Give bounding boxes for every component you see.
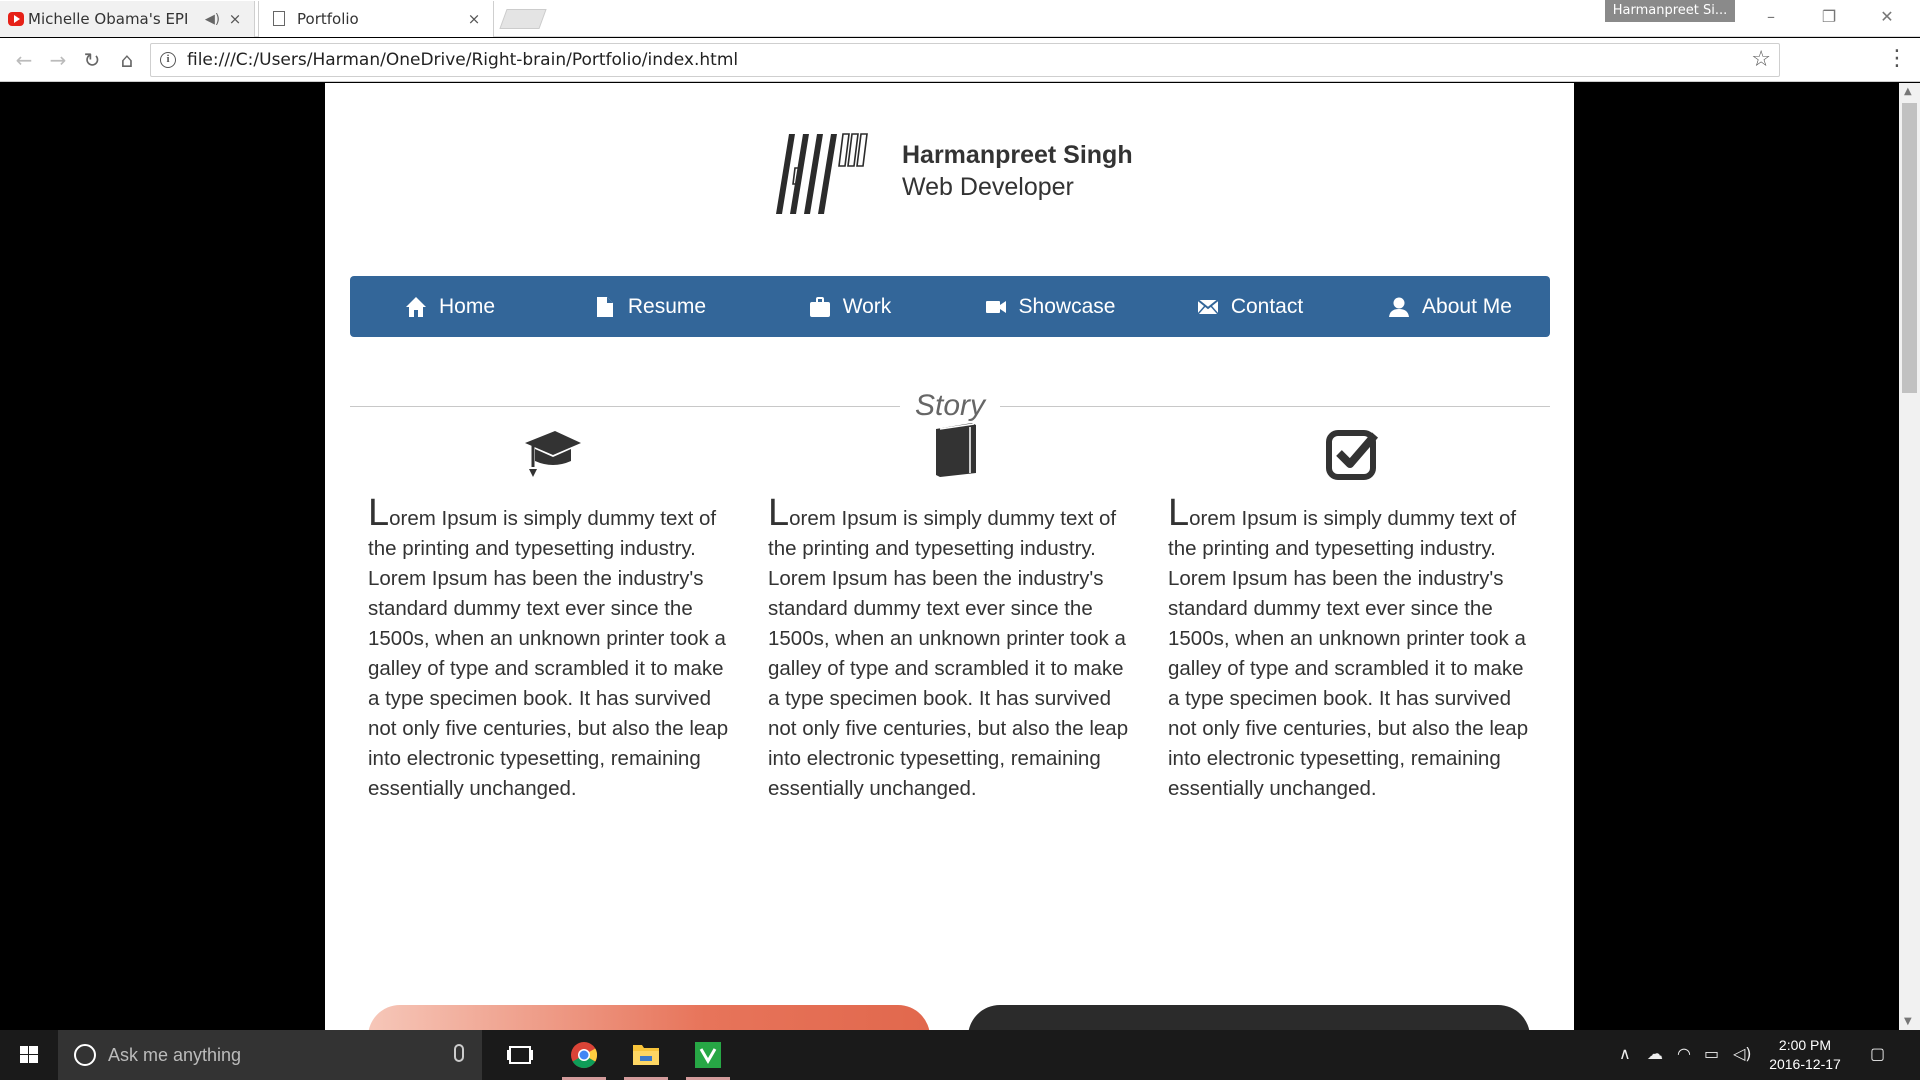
divider-line bbox=[350, 406, 900, 407]
nav-home[interactable]: Home bbox=[350, 276, 550, 337]
tab-youtube[interactable]: Michelle Obama's EPI ◀) × bbox=[0, 1, 255, 37]
story-column: Lorem Ipsum is simply dummy text of the … bbox=[368, 431, 738, 804]
close-window-button[interactable]: ✕ bbox=[1858, 0, 1916, 34]
drop-cap: L bbox=[1168, 492, 1190, 534]
divider-line bbox=[1000, 406, 1550, 407]
close-tab-icon[interactable]: × bbox=[226, 10, 244, 28]
youtube-icon bbox=[8, 12, 24, 26]
back-icon[interactable]: ← bbox=[10, 46, 38, 74]
logo-icon bbox=[776, 133, 868, 214]
graduation-cap-icon bbox=[525, 431, 581, 477]
reload-icon[interactable]: ↻ bbox=[78, 46, 106, 74]
restore-button[interactable]: ❐ bbox=[1800, 0, 1858, 34]
showcase-card-dark[interactable] bbox=[968, 1005, 1530, 1030]
onedrive-icon[interactable]: ☁ bbox=[1647, 1044, 1663, 1063]
url-text[interactable]: file:///C:/Users/Harman/OneDrive/Right-b… bbox=[187, 50, 738, 70]
speaker-icon[interactable]: ◀) bbox=[205, 12, 220, 27]
tab-title: Portfolio bbox=[297, 10, 359, 28]
nav-label: Showcase bbox=[1018, 294, 1116, 318]
main-nav: Home Resume Work Showcase Contact About … bbox=[350, 276, 1550, 337]
nav-about-me[interactable]: About Me bbox=[1350, 276, 1550, 337]
chrome-icon[interactable] bbox=[560, 1030, 608, 1080]
nav-label: About Me bbox=[1422, 294, 1512, 318]
start-button[interactable] bbox=[0, 1030, 58, 1080]
envelope-icon bbox=[1197, 296, 1219, 318]
taskbar: Ask me anything ∧ ☁ ◠ ▭ ◁) 2:00 PM 2016-… bbox=[0, 1030, 1920, 1080]
nav-showcase[interactable]: Showcase bbox=[950, 276, 1150, 337]
search-placeholder: Ask me anything bbox=[108, 1044, 242, 1065]
nav-resume[interactable]: Resume bbox=[550, 276, 750, 337]
story-text: orem Ipsum is simply dummy text of the p… bbox=[1168, 507, 1529, 800]
showcase-card-image[interactable] bbox=[368, 1005, 930, 1030]
video-camera-icon bbox=[985, 296, 1007, 318]
file-explorer-icon[interactable] bbox=[622, 1030, 670, 1080]
task-view-icon[interactable] bbox=[496, 1030, 544, 1080]
story-text: orem Ipsum is simply dummy text of the p… bbox=[768, 507, 1129, 800]
page-icon bbox=[273, 11, 285, 26]
tab-portfolio[interactable]: Portfolio × bbox=[258, 1, 494, 37]
info-icon[interactable]: i bbox=[160, 52, 176, 68]
nav-label: Home bbox=[438, 294, 496, 318]
nav-label: Work bbox=[842, 294, 892, 318]
story-column: Lorem Ipsum is simply dummy text of the … bbox=[768, 423, 1138, 804]
book-icon bbox=[936, 423, 976, 477]
wifi-icon[interactable]: ◠ bbox=[1677, 1044, 1691, 1063]
section-divider: Story bbox=[350, 389, 1550, 422]
close-tab-icon[interactable]: × bbox=[465, 10, 483, 28]
page-scrollbar[interactable]: ▲ ▼ bbox=[1899, 83, 1920, 1030]
nav-label: Contact bbox=[1230, 294, 1304, 318]
address-bar[interactable]: i file:///C:/Users/Harman/OneDrive/Right… bbox=[150, 43, 1780, 77]
profile-button[interactable]: Harmanpreet Si... bbox=[1605, 0, 1735, 22]
drop-cap: L bbox=[768, 492, 790, 534]
new-tab-button[interactable] bbox=[499, 9, 547, 29]
story-text: orem Ipsum is simply dummy text of the p… bbox=[368, 507, 729, 800]
owner-role: Web Developer bbox=[902, 173, 1074, 201]
browser-toolbar: ← → ↻ ⌂ i file:///C:/Users/Harman/OneDri… bbox=[0, 38, 1920, 82]
tab-title: Michelle Obama's EPI bbox=[28, 10, 189, 28]
clock-time: 2:00 PM bbox=[1778, 1037, 1832, 1053]
windows-icon bbox=[20, 1046, 38, 1063]
microphone-icon[interactable] bbox=[454, 1044, 464, 1062]
clock-date: 2016-12-17 bbox=[1769, 1056, 1841, 1072]
user-icon bbox=[1388, 296, 1410, 318]
section-title: Story bbox=[914, 389, 986, 422]
home-icon bbox=[405, 296, 427, 318]
forward-icon[interactable]: → bbox=[44, 46, 72, 74]
tray-chevron-icon[interactable]: ∧ bbox=[1619, 1044, 1631, 1063]
scroll-up-icon[interactable]: ▲ bbox=[1904, 86, 1912, 97]
cortana-search[interactable]: Ask me anything bbox=[58, 1030, 482, 1080]
action-center-icon[interactable]: ▢ bbox=[1870, 1044, 1885, 1063]
briefcase-icon bbox=[809, 296, 831, 318]
checkbox-icon bbox=[1326, 430, 1379, 480]
app-green-icon[interactable] bbox=[684, 1030, 732, 1080]
battery-icon[interactable]: ▭ bbox=[1704, 1044, 1719, 1063]
document-icon bbox=[594, 296, 616, 318]
clock[interactable]: 2:00 PM 2016-12-17 bbox=[1745, 1036, 1865, 1074]
drop-cap: L bbox=[368, 492, 390, 534]
scroll-down-icon[interactable]: ▼ bbox=[1904, 1016, 1912, 1027]
nav-contact[interactable]: Contact bbox=[1150, 276, 1350, 337]
nav-label: Resume bbox=[627, 294, 707, 318]
scroll-thumb[interactable] bbox=[1902, 103, 1917, 393]
bookmark-star-icon[interactable]: ☆ bbox=[1751, 47, 1771, 72]
story-column: Lorem Ipsum is simply dummy text of the … bbox=[1168, 430, 1538, 804]
cortana-icon bbox=[74, 1044, 96, 1066]
minimize-button[interactable]: – bbox=[1742, 0, 1800, 34]
tab-bar: Michelle Obama's EPI ◀) × Portfolio × Ha… bbox=[0, 0, 1920, 37]
home-button-icon[interactable]: ⌂ bbox=[113, 46, 141, 74]
menu-icon[interactable]: ⋮ bbox=[1886, 46, 1908, 71]
portfolio-page: Harmanpreet Singh Web Developer Home Res… bbox=[325, 83, 1574, 1030]
nav-work[interactable]: Work bbox=[750, 276, 950, 337]
owner-name: Harmanpreet Singh bbox=[902, 141, 1133, 169]
